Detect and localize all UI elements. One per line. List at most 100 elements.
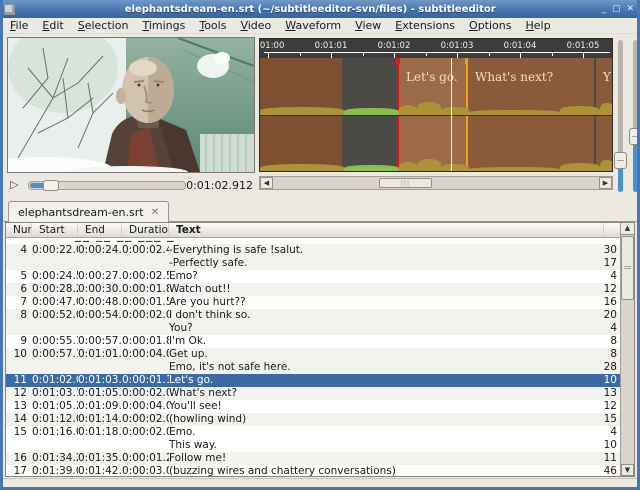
cell-end: 0:00:57.042 [78,335,122,348]
menu-view[interactable]: View [348,19,388,32]
cell-char-count: 11 [590,452,620,465]
waveform-view[interactable]: Let's go.What's next?Y [259,58,613,172]
table-row[interactable]: 80:00:52.0000:00:54.0000:00:02.000I don'… [6,309,620,335]
table-header[interactable]: NumStartEndDurationText [6,223,634,238]
menu-video[interactable]: Video [233,19,278,32]
audio-waveform [469,167,560,172]
region-label: What's next? [475,70,553,84]
table-row[interactable]: 40:00:22.0000:00:24.4170:00:02.417-Every… [6,244,620,270]
menu-timings[interactable]: Timings [135,19,192,32]
table-vscrollbar[interactable]: ▲ ▼ [620,223,634,476]
waveform-scale-slider[interactable] [633,40,638,192]
cell-text: Let's go. [169,374,590,387]
cell-end: 0:00:27.083 [78,270,122,283]
table-row[interactable]: 150:01:16.0420:01:18.0830:00:02.041Emo.T… [6,426,620,452]
play-button[interactable]: ▷ [7,177,22,193]
cell-duration: 0:00:04.000 [122,400,169,413]
vscroll-thumb[interactable] [621,236,634,300]
scroll-right-icon[interactable]: ▶ [599,177,612,189]
ruler-label: 0:01:01 [315,41,348,51]
table-row[interactable]: 160:01:34.2500:01:35.5420:00:01.292Follo… [6,452,620,465]
seek-handle[interactable] [43,180,59,191]
menu-file[interactable]: File [3,19,35,32]
cell-char-count: 8 [590,335,620,348]
text-line: You? [169,322,590,335]
cell-char-count: 15 [590,413,620,426]
waveform-hscrollbar[interactable]: ◀ ||| ▶ [259,176,613,190]
text-line: You'll see! [169,400,590,413]
menu-selection[interactable]: Selection [71,19,136,32]
close-button[interactable]: ✕ [626,4,634,14]
tab-elephantsdream[interactable]: elephantsdream-en.srt ✕ [8,201,169,222]
table-row[interactable]: 60:00:28.2080:00:30.0420:00:01.834Watch … [6,283,620,296]
ruler-label: 0:01:03 [441,41,474,51]
column-header-num[interactable]: Num [6,223,32,237]
cell-char-count: 410 [590,426,620,452]
menu-options[interactable]: Options [462,19,518,32]
menu-extensions[interactable]: Extensions [388,19,462,32]
cell-start: 0:00:28.208 [32,283,78,296]
char-count-line: 16 [590,296,617,309]
table-row[interactable]: 70:00:47.0420:00:48.5420:00:01.500Are yo… [6,296,620,309]
table-row[interactable]: 100:00:57.1250:01:01.1670:00:04.042Get u… [6,348,620,374]
table-row[interactable]: 120:01:03.1670:01:05.1670:00:02.000What'… [6,387,620,400]
audio-waveform [399,162,417,172]
audio-waveform [600,160,613,172]
table-row[interactable]: 90:00:55.1670:00:57.0420:00:01.875I'm Ok… [6,335,620,348]
channel-separator [260,115,613,116]
cell-duration: 0:00:01.125 [122,374,169,387]
table-row[interactable]: 140:01:12.0000:01:14.0000:00:02.000(howl… [6,413,620,426]
table-row[interactable]: 130:01:05.2080:01:09.2080:00:04.000You'l… [6,400,620,413]
menu-waveform[interactable]: Waveform [278,19,348,32]
cell-num: 13 [6,400,32,413]
zoom-slider-handle[interactable] [614,152,627,169]
column-header-text[interactable]: Text [169,223,604,237]
column-header-duration[interactable]: Duration [122,223,169,237]
tab-close-icon[interactable]: ✕ [151,207,159,218]
cell-end: 0:01:05.167 [78,387,122,400]
cell-num: 6 [6,283,32,296]
char-count-line: 10 [590,439,617,452]
scroll-up-icon[interactable]: ▲ [621,223,634,235]
audio-waveform [260,164,344,172]
audio-waveform [600,103,613,115]
text-line: (buzzing wires and chattery conversation… [169,465,590,476]
cell-end: 0:01:18.083 [78,426,122,439]
scroll-left-icon[interactable]: ◀ [260,177,273,189]
column-header-end[interactable]: End [78,223,122,237]
cell-text: Emo? [169,270,590,283]
cell-duration: 0:00:01.834 [122,283,169,296]
ruler-label: 0:01:02 [378,41,411,51]
char-count-line: 20 [590,309,617,322]
char-count-line: 4 [590,426,617,439]
cell-text: Follow me! [169,452,590,465]
char-count-line: 13 [590,387,617,400]
menu-edit[interactable]: Edit [35,19,70,32]
text-line: I'm Ok. [169,335,590,348]
table-row[interactable]: 110:01:02.0420:01:03.1670:00:01.125Let's… [6,374,620,387]
column-header-start[interactable]: Start [32,223,78,237]
maximize-button[interactable]: ▢ [612,4,621,14]
video-preview[interactable] [7,37,255,173]
hscroll-thumb[interactable]: ||| [379,178,432,188]
scale-slider-handle[interactable] [629,128,640,145]
playhead-line [451,58,452,172]
table-row[interactable]: 50:00:24.5830:00:27.0830:00:02.500Emo?4 [6,270,620,283]
seek-slider[interactable] [28,181,186,190]
ruler-tick [426,53,427,56]
minimize-button[interactable]: _ [601,4,606,14]
text-line: Follow me! [169,452,590,465]
cell-duration: 0:00:02.500 [122,270,169,283]
char-count-line: 10 [590,374,617,387]
menu-help[interactable]: Help [519,19,558,32]
audio-waveform [441,107,469,115]
char-count-line: 8 [590,348,617,361]
table-row[interactable]: 170:01:39.0000:01:42.0000:00:03.000(buzz… [6,465,620,476]
window-title: elephantsdream-en.srt (~/subtitleeditor-… [19,4,601,15]
scroll-down-icon[interactable]: ▼ [621,464,634,476]
waveform-ruler[interactable]: 0:01:000:01:010:01:020:01:030:01:040:01:… [259,38,613,58]
title-bar[interactable]: elephantsdream-en.srt (~/subtitleeditor-… [0,0,640,18]
menu-tools[interactable]: Tools [192,19,233,32]
waveform-zoom-slider[interactable] [618,40,623,192]
tab-label: elephantsdream-en.srt [18,206,144,219]
